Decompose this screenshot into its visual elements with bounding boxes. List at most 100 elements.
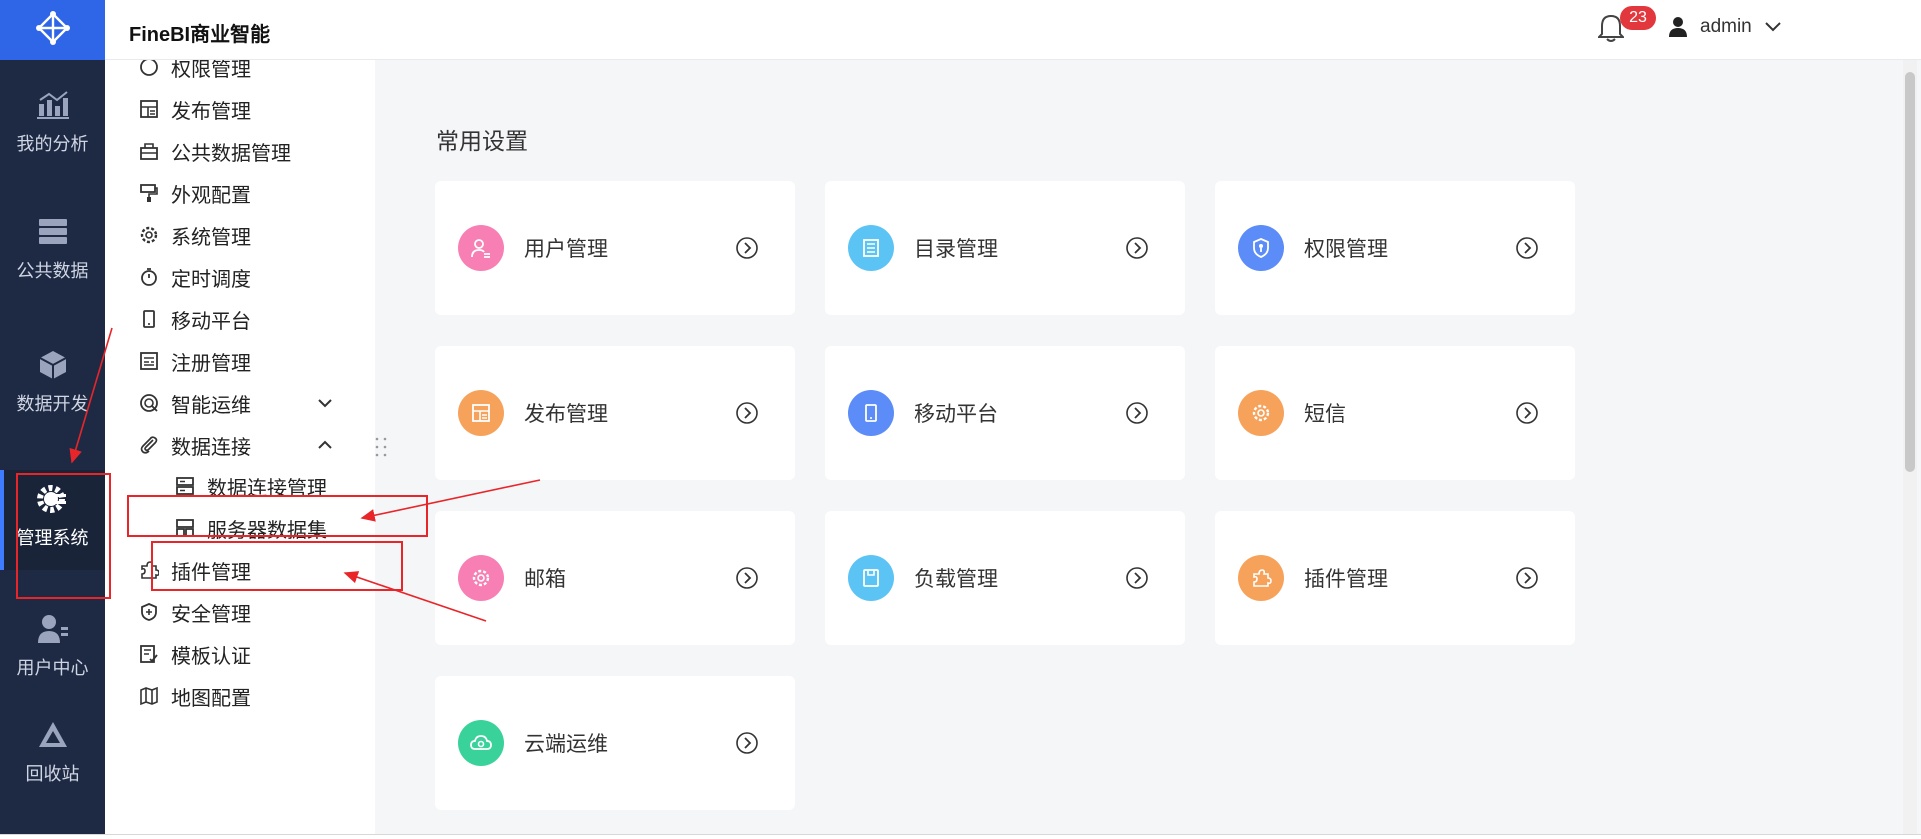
register-icon <box>137 349 161 373</box>
submenu-label: 地图配置 <box>171 685 251 710</box>
cloud-icon <box>458 720 504 766</box>
card-permission-manage[interactable]: 权限管理 <box>1215 181 1575 315</box>
rail-item-user-center[interactable]: 用户中心 <box>0 612 105 712</box>
chevron-circle-right-icon[interactable] <box>735 731 759 755</box>
admin-submenu: 权限管理 发布管理 公共数据管理 外观配置 系统管理 定时调度 移动平台 注册管… <box>105 60 375 835</box>
user-menu[interactable]: admin <box>1668 16 1782 38</box>
rail-item-my-analysis[interactable]: 我的分析 <box>0 88 105 188</box>
ops-icon <box>137 391 161 415</box>
card-sms[interactable]: 短信 <box>1215 346 1575 480</box>
submenu-label: 移动平台 <box>171 308 251 333</box>
submenu-label: 注册管理 <box>171 350 251 375</box>
data-stack-icon <box>36 215 70 249</box>
rail-label: 数据开发 <box>16 394 89 415</box>
chevron-down-icon[interactable] <box>315 393 335 413</box>
mail-icon <box>458 555 504 601</box>
submenu-label: 权限管理 <box>171 60 251 81</box>
mobile-icon <box>137 307 161 331</box>
card-load-manage[interactable]: 负载管理 <box>825 511 1185 645</box>
card-directory-manage[interactable]: 目录管理 <box>825 181 1185 315</box>
rail-label: 管理系统 <box>16 528 89 549</box>
card-label: 邮箱 <box>524 567 566 591</box>
timer-icon <box>137 265 161 289</box>
recycle-icon <box>36 718 70 752</box>
main-content: 常用设置 用户管理 目录管理 权限管理 发布管理 移动平台 短信 邮箱 负载管理 <box>375 60 1900 835</box>
public-data-icon <box>137 139 161 163</box>
rail-item-public-data[interactable]: 公共数据 <box>0 215 105 315</box>
permission-icon <box>1238 225 1284 271</box>
submenu-label: 数据连接管理 <box>207 475 327 500</box>
rail-label: 我的分析 <box>16 134 89 155</box>
card-cloud-ops[interactable]: 云端运维 <box>435 676 795 810</box>
chevron-circle-right-icon[interactable] <box>1125 401 1149 425</box>
rail-item-data-dev[interactable]: 数据开发 <box>0 348 105 448</box>
user-icon <box>36 612 70 646</box>
sms-icon <box>1238 390 1284 436</box>
cube-icon <box>36 348 70 382</box>
section-title: 常用设置 <box>436 129 528 155</box>
scrollbar-thumb[interactable] <box>1905 72 1915 472</box>
server-dataset-icon <box>173 516 197 540</box>
chart-icon <box>36 88 70 122</box>
left-nav-rail: 我的分析 公共数据 数据开发 管理系统 用户中心 回收站 <box>0 0 105 835</box>
submenu-label: 数据连接 <box>171 434 251 459</box>
card-label: 目录管理 <box>914 237 998 261</box>
submenu-label: 模板认证 <box>171 643 251 668</box>
chevron-circle-right-icon[interactable] <box>1515 566 1539 590</box>
rail-label: 用户中心 <box>16 658 89 679</box>
map-icon <box>137 684 161 708</box>
card-user-manage[interactable]: 用户管理 <box>435 181 795 315</box>
submenu-label: 插件管理 <box>171 559 251 584</box>
gear-icon <box>36 482 70 516</box>
submenu-label: 发布管理 <box>171 98 251 123</box>
app-logo[interactable] <box>0 0 105 60</box>
card-label: 发布管理 <box>524 402 608 426</box>
card-mobile-platform[interactable]: 移动平台 <box>825 346 1185 480</box>
chevron-circle-right-icon[interactable] <box>735 401 759 425</box>
rail-item-recycle-bin[interactable]: 回收站 <box>0 718 105 818</box>
load-icon <box>848 555 894 601</box>
chevron-circle-right-icon[interactable] <box>1515 401 1539 425</box>
mobile-icon <box>848 390 894 436</box>
rail-item-admin-system[interactable]: 管理系统 <box>0 470 105 570</box>
chevron-circle-right-icon[interactable] <box>1515 236 1539 260</box>
notification-count-badge: 23 <box>1620 6 1656 30</box>
template-icon <box>137 642 161 666</box>
chevron-circle-right-icon[interactable] <box>735 236 759 260</box>
submenu-label: 智能运维 <box>171 392 251 417</box>
plugin-icon <box>1238 555 1284 601</box>
submenu-label: 系统管理 <box>171 224 251 249</box>
submenu-item-map-config[interactable]: 地图配置 <box>105 671 375 721</box>
card-plugin-manage[interactable]: 插件管理 <box>1215 511 1575 645</box>
clip-icon <box>137 433 161 457</box>
settings-icon <box>137 223 161 247</box>
card-label: 短信 <box>1304 402 1346 426</box>
card-label: 用户管理 <box>524 237 608 261</box>
rail-label: 公共数据 <box>16 261 89 282</box>
card-label: 插件管理 <box>1304 567 1388 591</box>
user-manage-icon <box>458 225 504 271</box>
submenu-label: 公共数据管理 <box>171 140 291 165</box>
plugin-icon <box>137 558 161 582</box>
chevron-circle-right-icon[interactable] <box>1125 236 1149 260</box>
logo-icon <box>35 11 70 45</box>
publish-icon <box>137 97 161 121</box>
card-label: 云端运维 <box>524 732 608 756</box>
app-title: FineBI商业智能 <box>129 24 271 46</box>
directory-icon <box>848 225 894 271</box>
chevron-circle-right-icon[interactable] <box>735 566 759 590</box>
card-label: 负载管理 <box>914 567 998 591</box>
submenu-label: 安全管理 <box>171 601 251 626</box>
submenu-label: 外观配置 <box>171 182 251 207</box>
page-scrollbar[interactable] <box>1903 60 1917 835</box>
card-label: 移动平台 <box>914 402 998 426</box>
rail-label: 回收站 <box>25 764 80 785</box>
publish-icon <box>458 390 504 436</box>
chevron-up-icon[interactable] <box>315 435 335 455</box>
bottom-divider <box>0 834 1921 839</box>
card-publish-manage[interactable]: 发布管理 <box>435 346 795 480</box>
card-label: 权限管理 <box>1304 237 1388 261</box>
card-mailbox[interactable]: 邮箱 <box>435 511 795 645</box>
chevron-down-icon <box>1765 22 1781 32</box>
chevron-circle-right-icon[interactable] <box>1125 566 1149 590</box>
